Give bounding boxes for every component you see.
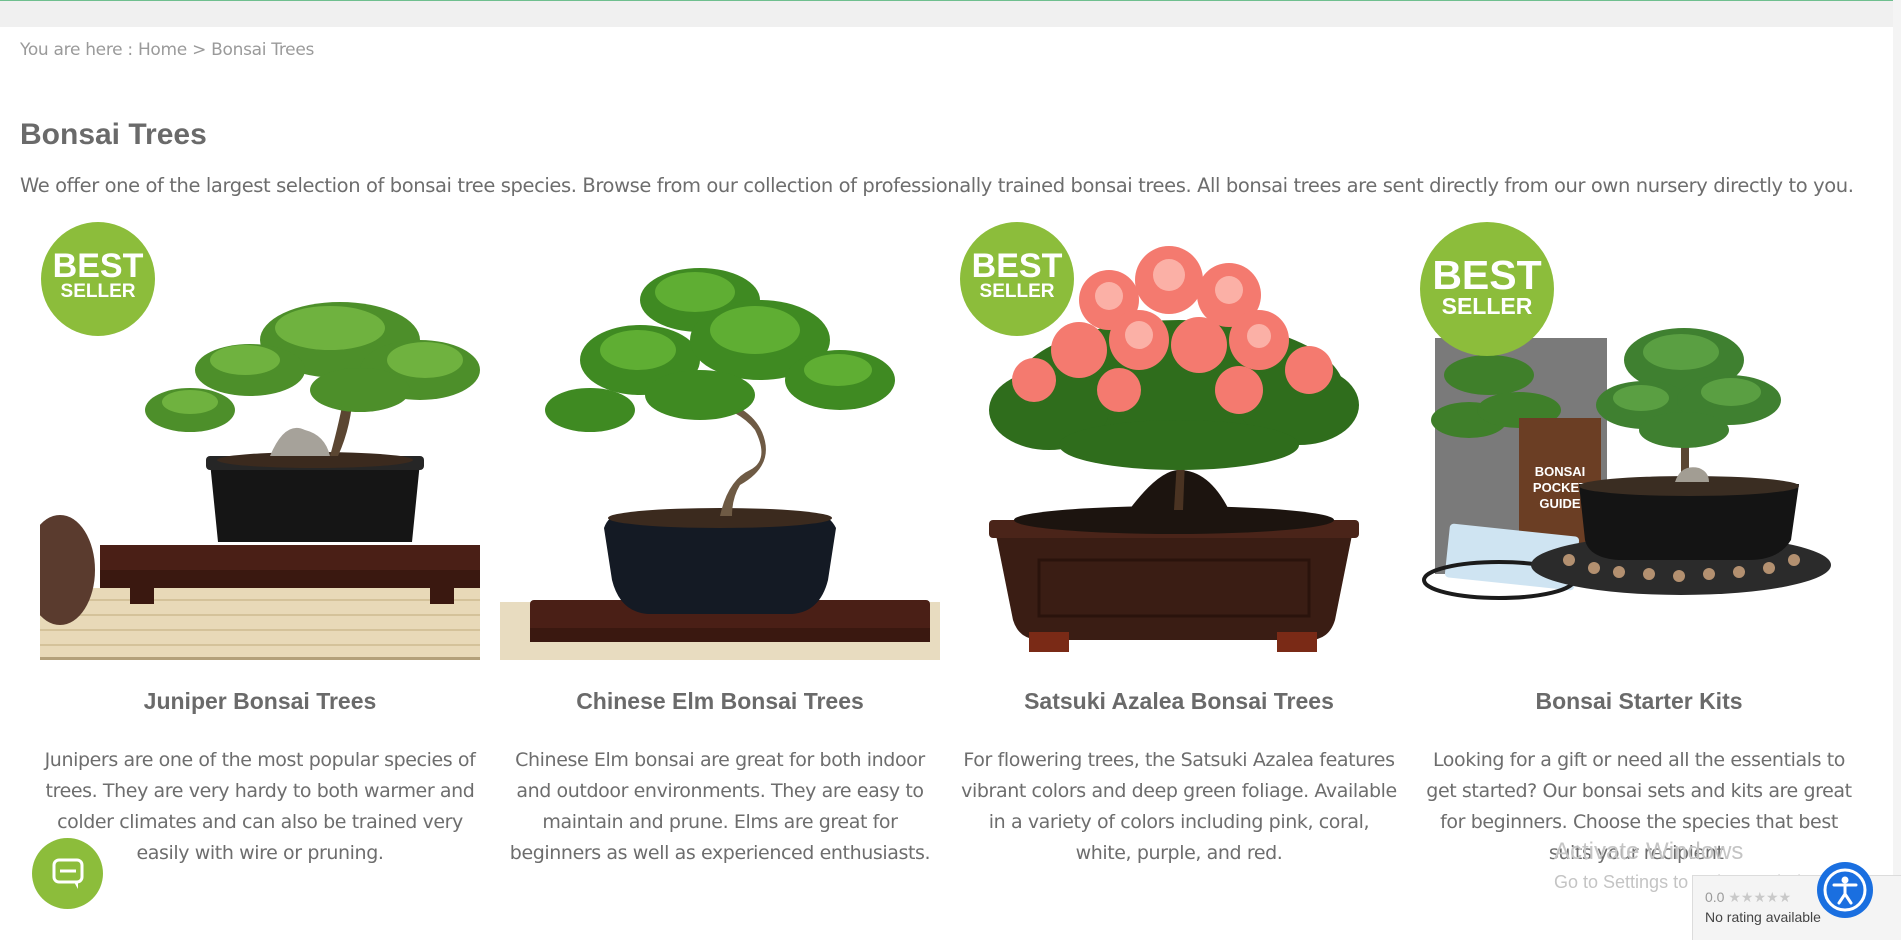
rating-stars-icon: ★★★★★	[1728, 889, 1792, 905]
chinese-elm-bonsai-image[interactable]	[500, 220, 940, 660]
chat-bubble-icon	[52, 858, 84, 889]
best-seller-badge-line2: SELLER	[60, 281, 136, 302]
category-title[interactable]: Chinese Elm Bonsai Trees	[500, 688, 940, 715]
best-seller-badge: BEST SELLER	[1420, 222, 1554, 356]
category-description: Chinese Elm bonsai are great for both in…	[509, 749, 931, 864]
best-seller-badge-line2: SELLER	[979, 281, 1055, 302]
category-title[interactable]: Bonsai Starter Kits	[1419, 688, 1859, 715]
breadcrumb-separator: >	[186, 40, 212, 60]
best-seller-badge: BEST SELLER	[960, 222, 1074, 336]
breadcrumb: You are here : Home > Bonsai Trees	[20, 40, 314, 60]
category-description: Junipers are one of the most popular spe…	[44, 749, 476, 864]
breadcrumb-home-link[interactable]: Home	[138, 40, 187, 60]
chat-button[interactable]	[32, 838, 103, 909]
category-title[interactable]: Juniper Bonsai Trees	[40, 688, 480, 715]
breadcrumb-current: Bonsai Trees	[211, 40, 315, 60]
best-seller-badge-line1: BEST	[971, 247, 1063, 285]
accessibility-person-icon	[1823, 868, 1867, 912]
best-seller-badge: BEST SELLER	[41, 222, 155, 336]
best-seller-badge-line1: BEST	[1432, 252, 1542, 298]
watermark-line1: Activate Windows	[1554, 838, 1744, 865]
page-intro: We offer one of the largest selection of…	[20, 174, 1854, 197]
book-label-line3: GUIDE	[1539, 496, 1581, 511]
category-title[interactable]: Satsuki Azalea Bonsai Trees	[959, 688, 1399, 715]
category-description: For flowering trees, the Satsuki Azalea …	[961, 749, 1397, 864]
page-title: Bonsai Trees	[20, 118, 207, 151]
scrollbar-track[interactable]	[1893, 0, 1901, 940]
breadcrumb-prefix: You are here :	[20, 40, 138, 60]
accessibility-button[interactable]	[1817, 862, 1873, 918]
top-bar	[0, 0, 1901, 27]
best-seller-badge-line1: BEST	[52, 247, 144, 285]
book-label-line1: BONSAI	[1535, 464, 1586, 479]
rating-score: 0.0	[1705, 889, 1725, 905]
book-label-line2: POCKET	[1533, 480, 1587, 495]
